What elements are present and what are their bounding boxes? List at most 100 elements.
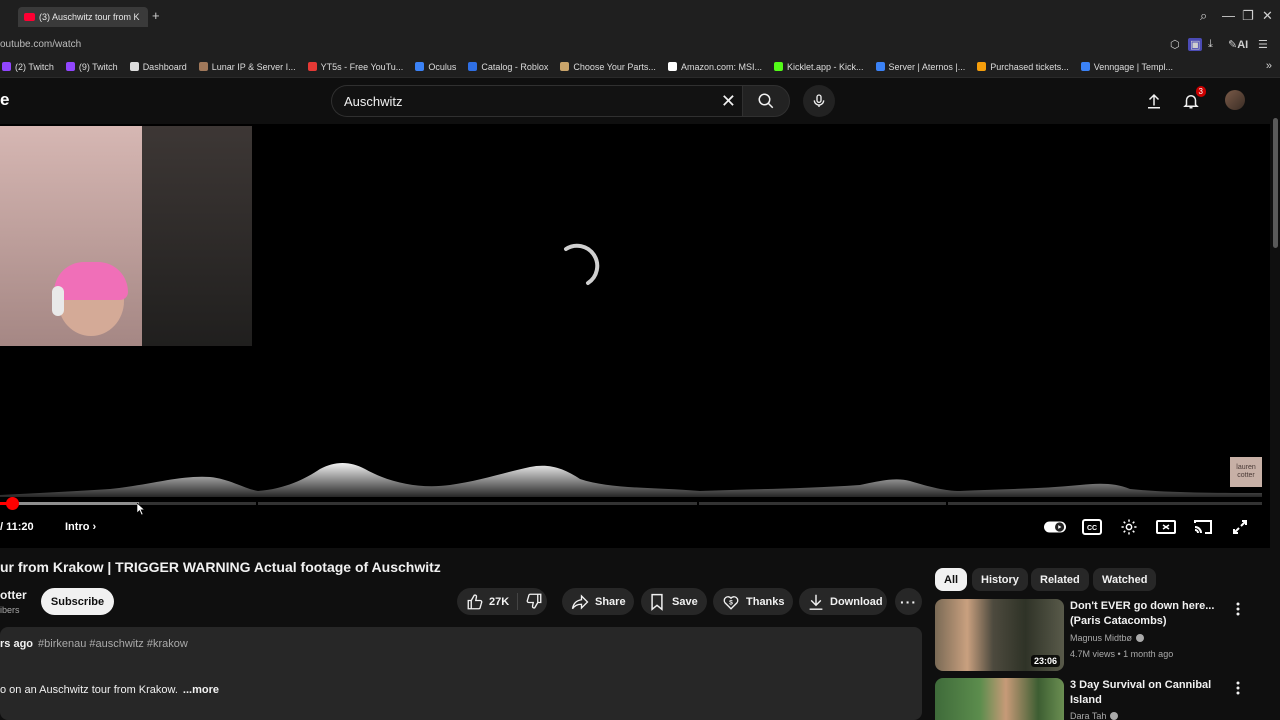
progress-scrubber-handle[interactable] (6, 497, 19, 510)
more-actions-button[interactable]: ··· (895, 588, 922, 615)
bookmark-item[interactable]: (2) Twitch (2, 62, 54, 72)
bookmark-item[interactable]: YT5s - Free YouTu... (307, 62, 403, 72)
bookmark-item[interactable]: Venngage | Templ... (1080, 62, 1173, 72)
bookmark-label: Choose Your Parts... (573, 61, 656, 72)
chip-related[interactable]: Related (1031, 568, 1089, 591)
chip-watched[interactable]: Watched (1093, 568, 1157, 591)
loading-spinner-icon (564, 243, 600, 285)
recommendation-title[interactable]: Don't EVER go down here... (Paris Cataco… (1070, 599, 1230, 629)
chip-all[interactable]: All (935, 568, 968, 591)
bookmark-label: Oculus (428, 61, 457, 72)
recommendation-menu-button[interactable] (1232, 680, 1244, 696)
search-button[interactable] (742, 85, 790, 117)
show-more-link[interactable]: ...more (183, 684, 219, 696)
save-label: Save (672, 595, 698, 608)
bookmarks-overflow-icon[interactable]: » (1266, 60, 1272, 72)
clear-search-icon[interactable]: ✕ (721, 91, 736, 112)
upload-date: rs ago (0, 638, 34, 650)
recommendation-channel[interactable]: Magnus Midtbø (1070, 633, 1145, 643)
bookmark-item[interactable]: Kicklet.app - Kick... (773, 62, 864, 72)
youtube-logo[interactable]: e (0, 90, 9, 110)
channel-name[interactable]: otter (0, 588, 27, 602)
ai-label: AI (1237, 39, 1249, 51)
bookmark-item[interactable]: Catalog - Roblox (468, 62, 548, 72)
account-avatar[interactable] (1225, 90, 1245, 110)
bookmark-label: Lunar IP & Server I... (211, 61, 296, 72)
bookmark-favicon-icon (667, 62, 677, 71)
url-field[interactable]: outube.com/watch (0, 39, 81, 50)
save-button[interactable]: Save (641, 588, 707, 615)
bookmark-favicon-icon (65, 62, 75, 71)
description-meta: rs ago #birkenau #auschwitz #krakow (0, 638, 188, 650)
extensions-icon[interactable]: ⬡ (1170, 38, 1180, 51)
recommendation-item[interactable]: 23:06 Don't EVER go down here... (Paris … (935, 599, 1265, 673)
mouse-cursor-icon (137, 503, 145, 515)
browser-tab-bar: (3) Auschwitz tour from K + ⌕ — ❐ ✕ (0, 0, 1280, 34)
autoplay-toggle[interactable] (1044, 517, 1066, 537)
chapter-button[interactable]: Intro › (65, 521, 96, 533)
bookmark-item[interactable]: Dashboard (129, 61, 187, 72)
bookmark-item[interactable]: Lunar IP & Server I... (198, 61, 296, 72)
voice-search-button[interactable] (803, 85, 835, 117)
like-divider (517, 593, 518, 610)
profile-extension-icon[interactable]: ▣ (1188, 38, 1203, 51)
bookmark-item[interactable]: Amazon.com: MSI... (667, 62, 762, 72)
recommendation-channel[interactable]: Dara Tah (1070, 711, 1119, 720)
theater-mode-button[interactable] (1155, 517, 1177, 537)
chip-history[interactable]: History (972, 568, 1028, 591)
bookmark-favicon-icon (198, 62, 208, 71)
close-window-icon[interactable]: ✕ (1262, 8, 1273, 24)
tab-search-icon[interactable]: ⌕ (1200, 8, 1207, 24)
bookmark-item[interactable]: (9) Twitch (65, 62, 118, 72)
cast-icon (1194, 520, 1212, 534)
fullscreen-button[interactable] (1229, 517, 1251, 537)
captions-button[interactable]: CC (1081, 517, 1103, 537)
svg-text:$: $ (729, 599, 733, 606)
new-tab-button[interactable]: + (152, 8, 160, 23)
search-input[interactable]: Auschwitz (344, 94, 403, 109)
share-icon (571, 593, 589, 610)
progress-buffered (0, 502, 139, 505)
verified-icon (1110, 712, 1119, 720)
upload-button[interactable] (1142, 89, 1166, 113)
chapter-divider (256, 501, 258, 506)
notifications-button[interactable]: 3 (1179, 86, 1206, 113)
subscribe-button[interactable]: Subscribe (41, 588, 114, 615)
settings-button[interactable] (1118, 517, 1140, 537)
browser-tab-active[interactable]: (3) Auschwitz tour from K (18, 7, 148, 27)
bookmark-favicon-icon (468, 62, 478, 71)
bookmark-item[interactable]: Server | Aternos |... (875, 62, 965, 72)
recommendation-channel-name: Dara Tah (1070, 711, 1107, 720)
minimize-icon[interactable]: — (1222, 8, 1235, 23)
search-icon (758, 93, 774, 109)
recommendation-item[interactable]: 3 Day Survival on Cannibal Island Dara T… (935, 678, 1265, 720)
browser-menu-icon[interactable]: ☰ (1258, 38, 1268, 51)
page-scrollbar[interactable] (1273, 118, 1278, 248)
bookmark-label: Dashboard (142, 61, 187, 72)
bookmark-icon (651, 593, 663, 611)
download-icon[interactable]: ⤓ (1208, 38, 1213, 51)
share-button[interactable]: Share (562, 588, 634, 615)
video-thumbnail[interactable] (935, 678, 1064, 720)
video-thumbnail[interactable]: 23:06 (935, 599, 1064, 671)
description-box[interactable]: rs ago #birkenau #auschwitz #krakow o on … (0, 627, 922, 720)
recommendation-menu-button[interactable] (1232, 601, 1244, 617)
search-box[interactable]: Auschwitz ✕ (331, 85, 742, 117)
bookmark-item[interactable]: Oculus (415, 62, 456, 72)
verified-icon (1136, 634, 1145, 642)
download-button[interactable]: Download (799, 588, 887, 615)
ai-button[interactable]: ✎AI (1228, 38, 1248, 51)
bookmark-favicon-icon (773, 62, 783, 71)
cast-button[interactable] (1192, 517, 1214, 537)
dislike-button[interactable] (525, 592, 543, 613)
bookmark-label: (2) Twitch (15, 61, 54, 72)
bookmark-favicon-icon (307, 62, 317, 71)
restore-icon[interactable]: ❐ (1242, 8, 1254, 24)
thanks-button[interactable]: $ Thanks (713, 588, 793, 615)
recommendation-title[interactable]: 3 Day Survival on Cannibal Island (1070, 678, 1230, 708)
hashtags[interactable]: #birkenau #auschwitz #krakow (38, 638, 188, 650)
bookmark-item[interactable]: Choose Your Parts... (560, 62, 656, 72)
progress-bar[interactable] (0, 501, 1262, 506)
like-button[interactable]: 27K (457, 593, 509, 611)
bookmark-item[interactable]: Purchased tickets... (977, 62, 1069, 72)
